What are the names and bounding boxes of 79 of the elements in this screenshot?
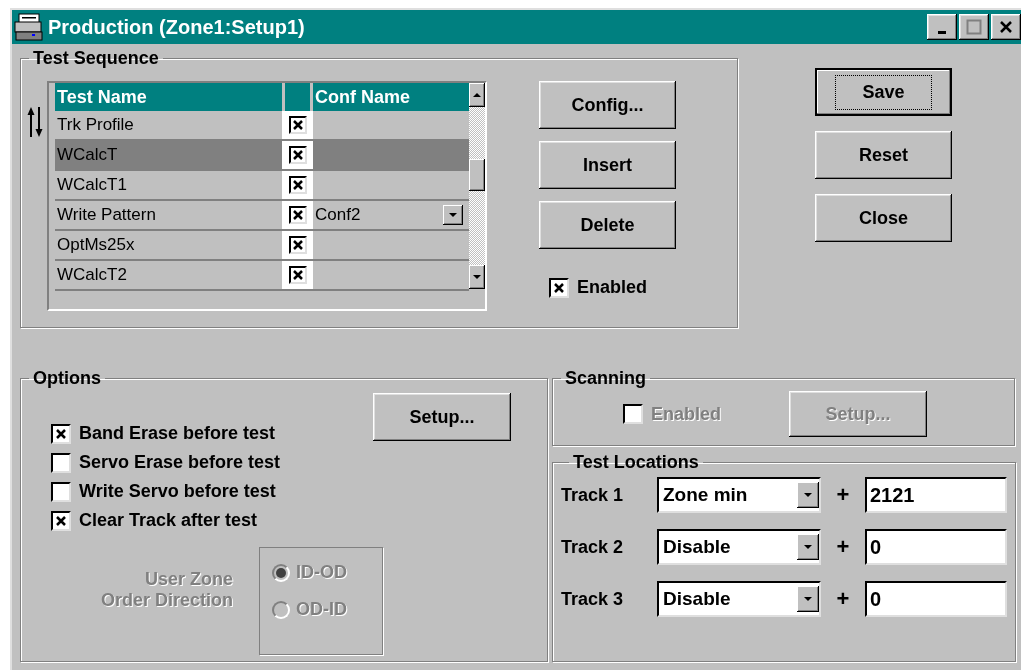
cross-icon xyxy=(291,119,304,131)
window-title: Production (Zone1:Setup1) xyxy=(48,15,306,39)
group-title: Scanning xyxy=(565,368,646,388)
checkbox-label: Enabled xyxy=(651,403,721,425)
close-icon xyxy=(999,20,1013,34)
down-arrow-icon xyxy=(472,274,482,280)
cross-icon xyxy=(291,209,304,221)
minimize-button[interactable] xyxy=(927,14,957,40)
checkbox[interactable] xyxy=(288,146,307,164)
offset-field[interactable]: 0 xyxy=(865,581,1007,617)
checkbox[interactable] xyxy=(288,236,307,254)
sort-icon xyxy=(27,105,43,139)
cross-icon xyxy=(291,149,304,161)
offset-field[interactable]: 0 xyxy=(865,529,1007,565)
caret-icon xyxy=(448,212,458,218)
table-row[interactable]: Write Pattern Conf2 xyxy=(55,201,469,231)
field-label: Order Direction xyxy=(100,590,233,611)
checkbox[interactable] xyxy=(51,510,71,531)
cross-icon xyxy=(291,269,304,281)
action-button[interactable]: Insert xyxy=(539,141,676,189)
radio-label: OD-ID xyxy=(296,599,347,620)
setup-button[interactable]: Setup... xyxy=(373,393,511,441)
cross-icon xyxy=(55,514,67,527)
cross-icon xyxy=(291,239,304,251)
cross-icon xyxy=(55,427,67,440)
caret-icon xyxy=(803,596,813,602)
checkbox-label: Write Servo before test xyxy=(79,481,276,502)
scrollbar[interactable] xyxy=(469,83,485,289)
dropdown[interactable]: Zone min xyxy=(657,477,821,513)
table-cell: Conf2 xyxy=(315,205,361,225)
plus-sign: + xyxy=(835,482,851,508)
group-title: Options xyxy=(33,368,101,388)
dialog-button[interactable]: Reset xyxy=(815,131,952,179)
checkbox[interactable] xyxy=(288,116,307,134)
checkbox[interactable] xyxy=(288,206,307,224)
checkbox[interactable] xyxy=(549,277,569,298)
table-row[interactable]: WCalcT1 xyxy=(55,171,469,201)
checkbox[interactable] xyxy=(51,423,71,444)
minimize-icon xyxy=(938,30,946,34)
table-row[interactable]: Trk Profile xyxy=(55,111,469,141)
field-label: Track 1 xyxy=(561,484,625,506)
field-label: Track 3 xyxy=(561,588,625,610)
caret-icon xyxy=(803,492,813,498)
cross-icon xyxy=(553,281,565,294)
group-title: Test Locations xyxy=(573,452,699,472)
checkbox-label: Band Erase before test xyxy=(79,423,276,444)
close-button[interactable] xyxy=(991,14,1021,40)
checkbox[interactable] xyxy=(51,481,71,502)
field-label: User Zone xyxy=(144,569,233,590)
checkbox-label: Enabled xyxy=(577,277,647,298)
maximize-icon xyxy=(966,19,982,35)
dropdown[interactable]: Disable xyxy=(657,529,821,565)
action-button[interactable]: Delete xyxy=(539,201,676,249)
group-title: Test Sequence xyxy=(33,48,159,68)
table-row[interactable]: OptMs25x xyxy=(55,231,469,261)
checkbox[interactable] xyxy=(51,452,71,473)
table-row[interactable]: WCalcT xyxy=(55,141,469,171)
column-header: Conf Name xyxy=(314,85,411,109)
dialog-button[interactable]: Save xyxy=(815,68,952,116)
table-row[interactable]: WCalcT2 xyxy=(55,261,469,291)
checkbox-label: Servo Erase before test xyxy=(79,452,281,473)
action-button[interactable]: Config... xyxy=(539,81,676,129)
scroll-thumb[interactable] xyxy=(469,159,485,191)
radio-label: ID-OD xyxy=(296,562,347,583)
maximize-button[interactable] xyxy=(959,14,989,40)
plus-sign: + xyxy=(835,534,851,560)
checkbox[interactable] xyxy=(288,176,307,194)
caret-icon xyxy=(803,544,813,550)
up-arrow-icon xyxy=(472,92,482,98)
dropdown-button[interactable] xyxy=(443,205,463,225)
checkbox-label: Clear Track after test xyxy=(79,510,258,531)
checkbox[interactable] xyxy=(288,266,307,284)
printer-icon xyxy=(14,12,44,42)
field-label: Track 2 xyxy=(561,536,625,558)
plus-sign: + xyxy=(835,586,851,612)
cross-icon xyxy=(291,179,304,191)
offset-field[interactable]: 2121 xyxy=(865,477,1007,513)
dialog-button[interactable]: Close xyxy=(815,194,952,242)
dropdown[interactable]: Disable xyxy=(657,581,821,617)
